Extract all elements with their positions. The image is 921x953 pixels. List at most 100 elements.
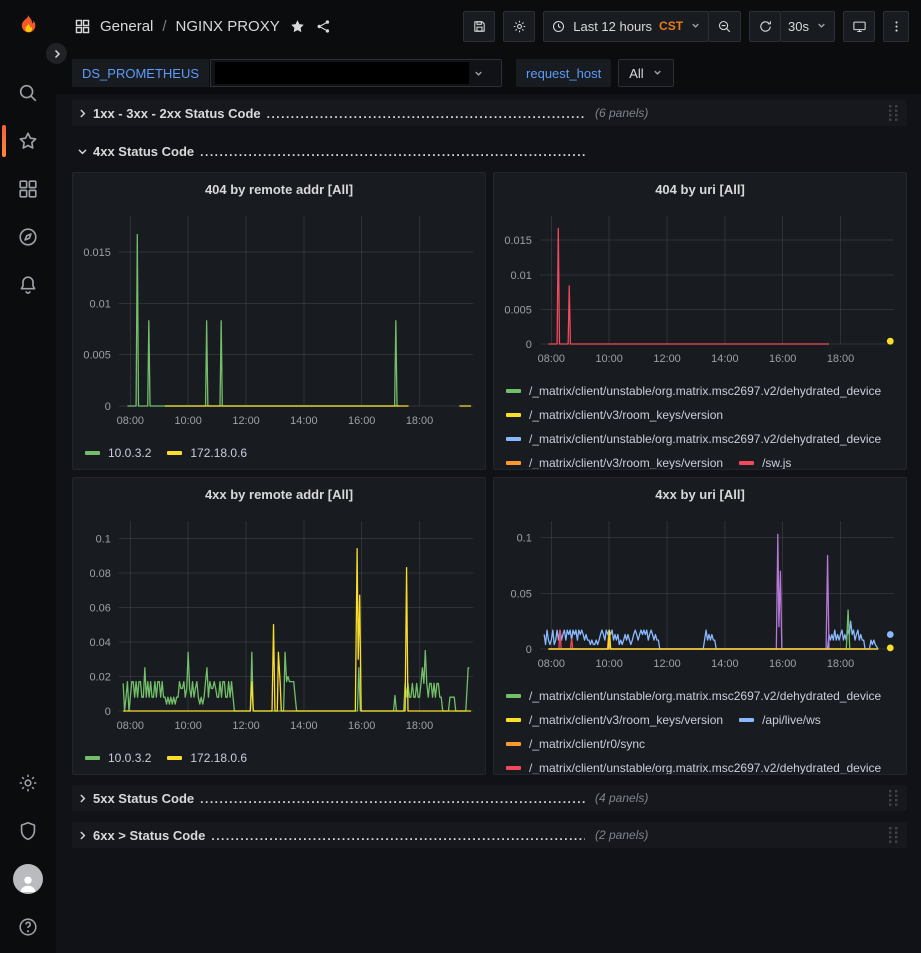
- sidebar-expand-button[interactable]: [45, 42, 68, 65]
- datasource-variable-label[interactable]: DS_PROMETHEUS: [72, 59, 209, 87]
- dashboard-grid-icon: [74, 18, 91, 35]
- legend-item[interactable]: /api/live/ws: [739, 710, 821, 730]
- request-host-dropdown[interactable]: All: [618, 59, 673, 87]
- legend-item[interactable]: /sw.js: [739, 453, 791, 470]
- request-host-label[interactable]: request_host: [516, 59, 611, 87]
- svg-text:16:00: 16:00: [769, 353, 796, 365]
- legend-item[interactable]: /_matrix/client/v3/room_keys/version: [506, 453, 723, 470]
- svg-text:10:00: 10:00: [595, 658, 622, 670]
- share-button[interactable]: [315, 18, 332, 35]
- sidebar-item-explore[interactable]: [0, 217, 56, 257]
- legend-item[interactable]: /_matrix/client/v3/room_keys/version: [506, 405, 723, 425]
- legend-item[interactable]: 172.18.0.6: [167, 748, 247, 768]
- chart-canvas[interactable]: 08:0010:0012:0014:0016:0018:0000.020.040…: [73, 507, 485, 739]
- row-title: 4xx Status Code: [93, 144, 194, 159]
- sidebar-bottom: [0, 755, 56, 953]
- sidebar-item-help[interactable]: [0, 907, 56, 947]
- chart-canvas[interactable]: 08:0010:0012:0014:0016:0018:0000.0050.01…: [494, 202, 906, 372]
- row-drag-handle[interactable]: [886, 824, 901, 846]
- row-panel-count: (2 panels): [595, 828, 648, 842]
- svg-text:0.04: 0.04: [90, 637, 111, 649]
- dashboard-row-5xx[interactable]: 5xx Status Code ........................…: [72, 785, 907, 811]
- legend-item[interactable]: 172.18.0.6: [167, 443, 247, 463]
- svg-text:14:00: 14:00: [290, 415, 317, 427]
- cycle-view-mode-button[interactable]: [843, 11, 875, 42]
- breadcrumb-section[interactable]: General: [100, 18, 153, 35]
- more-options-menu[interactable]: [883, 11, 909, 42]
- svg-text:0.01: 0.01: [90, 298, 111, 310]
- legend-label: /sw.js: [762, 453, 791, 470]
- refresh-button[interactable]: [749, 11, 781, 42]
- svg-text:18:00: 18:00: [827, 353, 854, 365]
- legend-label: 10.0.3.2: [108, 443, 151, 463]
- dashboard-title[interactable]: NGINX PROXY: [176, 18, 280, 35]
- svg-text:12:00: 12:00: [653, 353, 680, 365]
- legend-label: /_matrix/client/r0/sync: [529, 734, 645, 754]
- legend-item[interactable]: /_matrix/client/unstable/org.matrix.msc2…: [506, 758, 881, 775]
- legend-item[interactable]: 10.0.3.2: [85, 443, 151, 463]
- panel-404-by-remote-addr: 404 by remote addr [All] 08:0010:0012:00…: [72, 172, 486, 470]
- svg-text:0: 0: [105, 401, 111, 413]
- sidebar-item-alerting[interactable]: [0, 265, 56, 305]
- row-drag-handle[interactable]: [886, 787, 901, 809]
- svg-text:0.1: 0.1: [96, 533, 111, 545]
- chart-canvas[interactable]: 08:0010:0012:0014:0016:0018:0000.0050.01…: [73, 202, 485, 434]
- refresh-interval-dropdown[interactable]: 30s: [781, 11, 835, 42]
- sidebar-item-search[interactable]: [0, 73, 56, 113]
- svg-text:14:00: 14:00: [290, 720, 317, 732]
- legend-item[interactable]: /_matrix/client/r0/sync: [506, 734, 645, 754]
- dashboard-row-6xx[interactable]: 6xx > Status Code ......................…: [72, 822, 907, 848]
- zoom-out-time-button[interactable]: [709, 11, 741, 42]
- legend-label: 172.18.0.6: [190, 748, 247, 768]
- sidebar-item-dashboards[interactable]: [0, 169, 56, 209]
- svg-text:0.005: 0.005: [83, 350, 110, 362]
- sidebar-item-profile[interactable]: [0, 859, 56, 899]
- grafana-logo[interactable]: [0, 9, 56, 43]
- datasource-variable-dropdown[interactable]: [210, 59, 502, 87]
- panel-title[interactable]: 404 by remote addr [All]: [73, 173, 485, 202]
- panel-title[interactable]: 4xx by uri [All]: [494, 478, 906, 507]
- save-dashboard-button[interactable]: [463, 11, 495, 42]
- legend-swatch: [506, 742, 521, 746]
- sidebar-item-server-admin[interactable]: [0, 811, 56, 851]
- panel-title[interactable]: 404 by uri [All]: [494, 173, 906, 202]
- chevron-down-icon: [473, 68, 490, 79]
- svg-text:0.015: 0.015: [83, 247, 110, 259]
- sidebar-item-settings[interactable]: [0, 763, 56, 803]
- favorite-star-button[interactable]: [289, 18, 306, 35]
- chevron-down-icon: [690, 19, 701, 34]
- bell-icon: [17, 274, 39, 296]
- svg-text:08:00: 08:00: [117, 720, 144, 732]
- legend-item[interactable]: /_matrix/client/unstable/org.matrix.msc2…: [506, 381, 881, 401]
- legend-item[interactable]: 10.0.3.2: [85, 748, 151, 768]
- kebab-menu-icon: [889, 19, 904, 34]
- dashboard-row-1xx-3xx-2xx[interactable]: 1xx - 3xx - 2xx Status Code ............…: [72, 100, 907, 126]
- legend-item[interactable]: /_matrix/client/unstable/org.matrix.msc2…: [506, 686, 881, 706]
- sidebar-item-starred[interactable]: [0, 121, 56, 161]
- chart-404-by-uri: 08:0010:0012:0014:0016:0018:0000.0050.01…: [494, 202, 906, 377]
- row-drag-handle[interactable]: [886, 102, 901, 124]
- svg-text:14:00: 14:00: [711, 658, 738, 670]
- legend-label: /_matrix/client/v3/room_keys/version: [529, 453, 723, 470]
- sidebar: [0, 0, 56, 953]
- refresh-controls: 30s: [749, 11, 835, 42]
- time-range-picker[interactable]: Last 12 hours CST: [543, 11, 709, 42]
- series-end-marker: [887, 645, 894, 652]
- legend-swatch: [506, 694, 521, 698]
- legend-swatch: [739, 718, 754, 722]
- row-title: 1xx - 3xx - 2xx Status Code: [93, 106, 261, 121]
- legend-item[interactable]: /_matrix/client/v3/room_keys/version: [506, 710, 723, 730]
- row-title-group: 1xx - 3xx - 2xx Status Code ............…: [93, 106, 585, 121]
- legend-item[interactable]: /_matrix/client/unstable/org.matrix.msc2…: [506, 429, 881, 449]
- svg-text:14:00: 14:00: [711, 353, 738, 365]
- legend-swatch: [506, 389, 521, 393]
- chart-canvas[interactable]: 08:0010:0012:0014:0016:0018:0000.050.1: [494, 507, 906, 677]
- compass-icon: [17, 226, 39, 248]
- dashboard-row-4xx[interactable]: 4xx Status Code ........................…: [72, 138, 907, 164]
- svg-text:18:00: 18:00: [406, 415, 433, 427]
- series-line: [548, 630, 869, 649]
- row-panel-count: (6 panels): [595, 106, 648, 120]
- panel-title[interactable]: 4xx by remote addr [All]: [73, 478, 485, 507]
- dashboard-settings-button[interactable]: [503, 11, 535, 42]
- chevron-right-icon: [76, 107, 89, 120]
